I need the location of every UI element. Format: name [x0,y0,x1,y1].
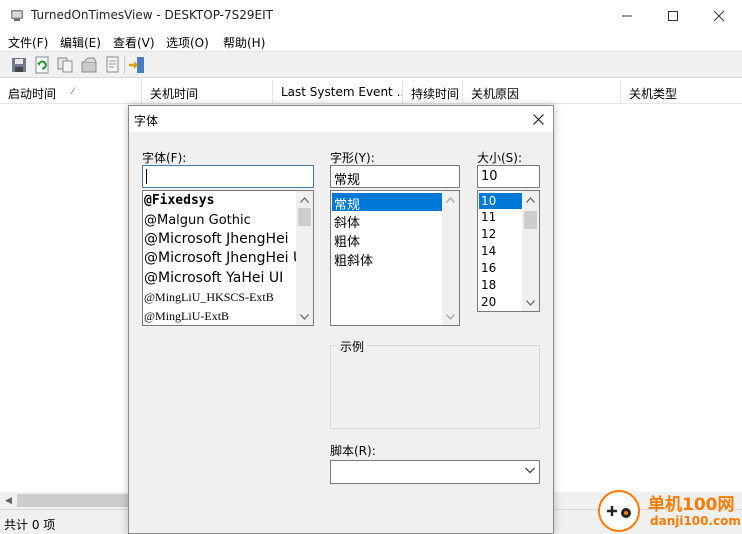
list-item[interactable]: 20 [479,295,522,309]
dialog-close-button[interactable] [523,106,553,132]
list-item[interactable]: @Microsoft JhengHei [144,231,296,247]
exit-icon[interactable] [128,56,146,74]
font-size-input[interactable]: 10 [477,165,540,188]
close-icon [532,113,544,125]
list-item[interactable]: @Microsoft JhengHei U [144,250,296,266]
font-size-list[interactable]: 10 11 12 14 16 18 20 [477,190,540,312]
toolbar-separator [124,56,125,74]
column-boot-time[interactable]: 启动时间 ⁄ [0,80,142,104]
column-last-system-event[interactable]: Last System Event ... [273,80,403,104]
watermark-logo [598,490,640,532]
toolbar [0,51,742,78]
list-item[interactable]: 粗体 [332,231,442,250]
list-item[interactable]: @MingLiU-ExtB [144,309,296,324]
style-list-scrollbar[interactable] [442,191,459,325]
column-shutdown-time[interactable]: 关机时间 [142,80,273,104]
dialog-title-bar: 字体 [129,106,553,132]
minimize-icon [622,15,632,16]
report-icon[interactable] [103,56,121,74]
chevron-down-icon [525,467,535,474]
scroll-thumb[interactable] [524,211,537,229]
list-item[interactable]: 18 [479,278,522,292]
menu-view[interactable]: 查看(V) [113,34,155,51]
scroll-up-icon[interactable] [296,191,313,208]
properties-icon[interactable] [80,56,98,74]
font-list-scrollbar[interactable] [296,191,313,325]
status-item-count: 共计 0 项 [4,518,56,532]
script-select[interactable] [330,460,540,484]
font-name-input[interactable] [142,165,314,188]
font-label: 字体(F): [142,151,187,165]
list-item[interactable]: 16 [479,261,522,275]
watermark-name: 单机100网 [648,495,735,515]
minimize-button[interactable] [604,0,650,31]
scroll-left-icon[interactable]: ◀ [0,492,17,509]
list-item[interactable]: 11 [479,210,522,224]
size-list-scrollbar[interactable] [522,191,539,311]
font-style-input[interactable]: 常规 [330,165,460,188]
list-item[interactable]: 14 [479,244,522,258]
menu-options[interactable]: 选项(O) [166,34,209,51]
scroll-down-icon[interactable] [442,308,459,325]
text-caret [146,169,147,184]
refresh-icon[interactable] [33,56,51,74]
list-item-selected[interactable]: 10 [479,193,522,209]
list-item[interactable]: @Microsoft YaHei UI [144,270,296,286]
list-item[interactable]: 粗斜体 [332,250,442,269]
style-label: 字形(Y): [330,151,375,165]
scroll-down-icon[interactable] [522,294,539,311]
menu-bar: 文件(F) 编辑(E) 查看(V) 选项(O) 帮助(H) [0,31,742,51]
watermark-url: danji100.com [650,514,741,528]
app-icon [11,10,23,21]
maximize-icon [668,10,678,21]
column-shutdown-type[interactable]: 关机类型 [621,80,742,104]
list-item[interactable]: 斜体 [332,212,442,231]
sample-group: 示例 [330,338,540,429]
column-duration[interactable]: 持续时间 [403,80,463,104]
menu-help[interactable]: 帮助(H) [223,34,265,51]
column-shutdown-reason[interactable]: 关机原因 [463,80,621,104]
watermark: 单机100网 danji100.com [588,488,742,534]
save-icon[interactable] [10,56,28,74]
sample-label: 示例 [337,338,368,355]
scroll-thumb[interactable] [298,208,311,226]
font-list[interactable]: @Fixedsys @Malgun Gothic @Microsoft Jhen… [142,190,314,326]
list-item[interactable]: 12 [479,227,522,241]
maximize-button[interactable] [650,0,696,31]
font-style-list[interactable]: 常规 斜体 粗体 粗斜体 [330,190,460,326]
script-label: 脚本(R): [330,444,376,458]
scroll-up-icon[interactable] [442,191,459,208]
scroll-up-icon[interactable] [522,191,539,208]
menu-file[interactable]: 文件(F) [8,34,48,51]
copy-icon[interactable] [56,56,74,74]
title-bar: TurnedOnTimesView - DESKTOP-7S29EIT [0,0,742,31]
sort-indicator: ⁄ [72,87,74,97]
list-item[interactable]: @Fixedsys [144,193,296,208]
menu-edit[interactable]: 编辑(E) [60,34,101,51]
dialog-title: 字体 [134,114,159,128]
list-item[interactable]: @MingLiU_HKSCS-ExtB [144,290,296,305]
size-label: 大小(S): [477,151,523,165]
window-title: TurnedOnTimesView - DESKTOP-7S29EIT [31,8,273,22]
scroll-down-icon[interactable] [296,308,313,325]
close-button[interactable] [696,0,742,31]
font-dialog: 字体 字体(F): @Fixedsys @Malgun Gothic @Micr… [128,105,554,534]
close-icon [714,10,724,21]
list-item[interactable]: @Malgun Gothic [144,213,296,228]
list-item-selected[interactable]: 常规 [332,193,442,211]
